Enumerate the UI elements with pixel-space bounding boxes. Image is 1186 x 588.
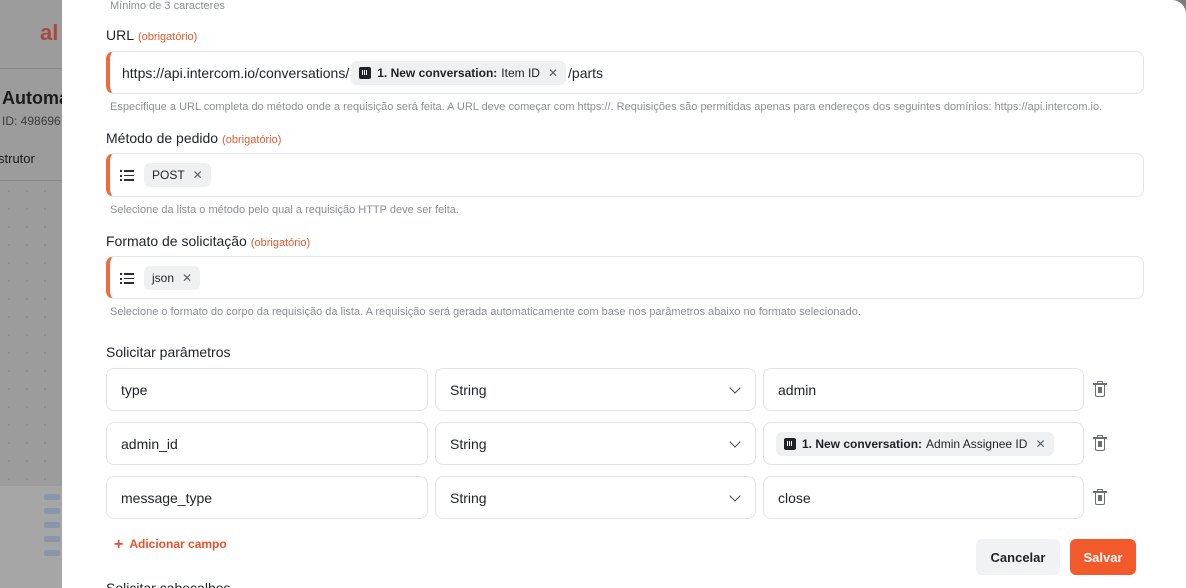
param-type-select[interactable]: String [435,368,756,411]
bottom-panel [0,486,62,588]
list-icon [120,273,134,284]
format-label: Formato de solicitação (obrigatório) [106,233,311,249]
chevron-down-icon [729,490,741,502]
remove-chip-icon[interactable]: ✕ [193,168,203,182]
app-logo: al [40,20,59,45]
automation-title: Automa [2,88,62,108]
tab-divider [0,180,62,181]
param-value-input[interactable]: admin [763,368,1084,411]
format-select[interactable]: json ✕ [106,256,1144,299]
remove-chip-icon[interactable]: ✕ [1035,437,1045,451]
trash-icon[interactable] [1093,435,1107,451]
params-label: Solicitar parâmetros [106,344,231,360]
intercom-icon [784,437,796,450]
cancel-button[interactable]: Cancelar [976,539,1060,575]
plus-icon: + [114,536,124,553]
save-button[interactable]: Salvar [1070,539,1136,575]
remove-chip-icon[interactable]: ✕ [182,271,192,285]
add-field-button[interactable]: + Adicionar campo [114,535,227,553]
method-select[interactable]: POST ✕ [106,153,1144,197]
chevron-down-icon [729,382,741,394]
trash-icon[interactable] [1093,489,1107,505]
param-value-input[interactable]: 1. New conversation: Admin Assignee ID ✕ [763,422,1084,465]
url-variable-chip[interactable]: 1. New conversation: Item ID ✕ [351,60,567,85]
url-field[interactable]: https://api.intercom.io/conversations/ 1… [106,51,1144,94]
name-helper-text: Mínimo de 3 caracteres [110,0,225,12]
intercom-icon [359,66,372,79]
tab-constructor: strutor [0,151,35,166]
param-key-input[interactable]: type [106,368,428,411]
param-variable-chip[interactable]: 1. New conversation: Admin Assignee ID ✕ [776,431,1054,456]
url-suffix: /parts [568,64,604,81]
canvas-grid [0,182,62,482]
method-chip[interactable]: POST ✕ [144,163,211,187]
param-key-input[interactable]: message_type [106,476,428,519]
url-helper-text: Especifique a URL completa do método ond… [110,101,1103,113]
param-key-input[interactable]: admin_id [106,422,428,465]
headers-label: Solicitar cabeçalhos [106,580,231,588]
url-label: URL (obrigatório) [106,27,198,43]
format-chip[interactable]: json ✕ [144,266,201,290]
remove-chip-icon[interactable]: ✕ [548,66,558,80]
background-app: al Automa ID: 498696 strutor [0,0,62,588]
format-helper-text: Selecione o formato do corpo da requisiç… [110,306,861,318]
method-label: Método de pedido (obrigatório) [106,130,282,146]
list-icon [120,170,134,181]
http-request-modal: Mínimo de 3 caracteres URL (obrigatório) … [62,0,1186,588]
param-value-input[interactable]: close [763,476,1084,519]
header-divider [0,68,62,69]
param-type-select[interactable]: String [435,422,756,465]
chevron-down-icon [729,436,741,448]
method-helper-text: Selecione da lista o método pelo qual a … [110,204,459,216]
param-type-select[interactable]: String [435,476,756,519]
trash-icon[interactable] [1093,381,1107,397]
url-prefix: https://api.intercom.io/conversations/ [122,64,350,81]
automation-id: ID: 498696 [2,114,61,128]
